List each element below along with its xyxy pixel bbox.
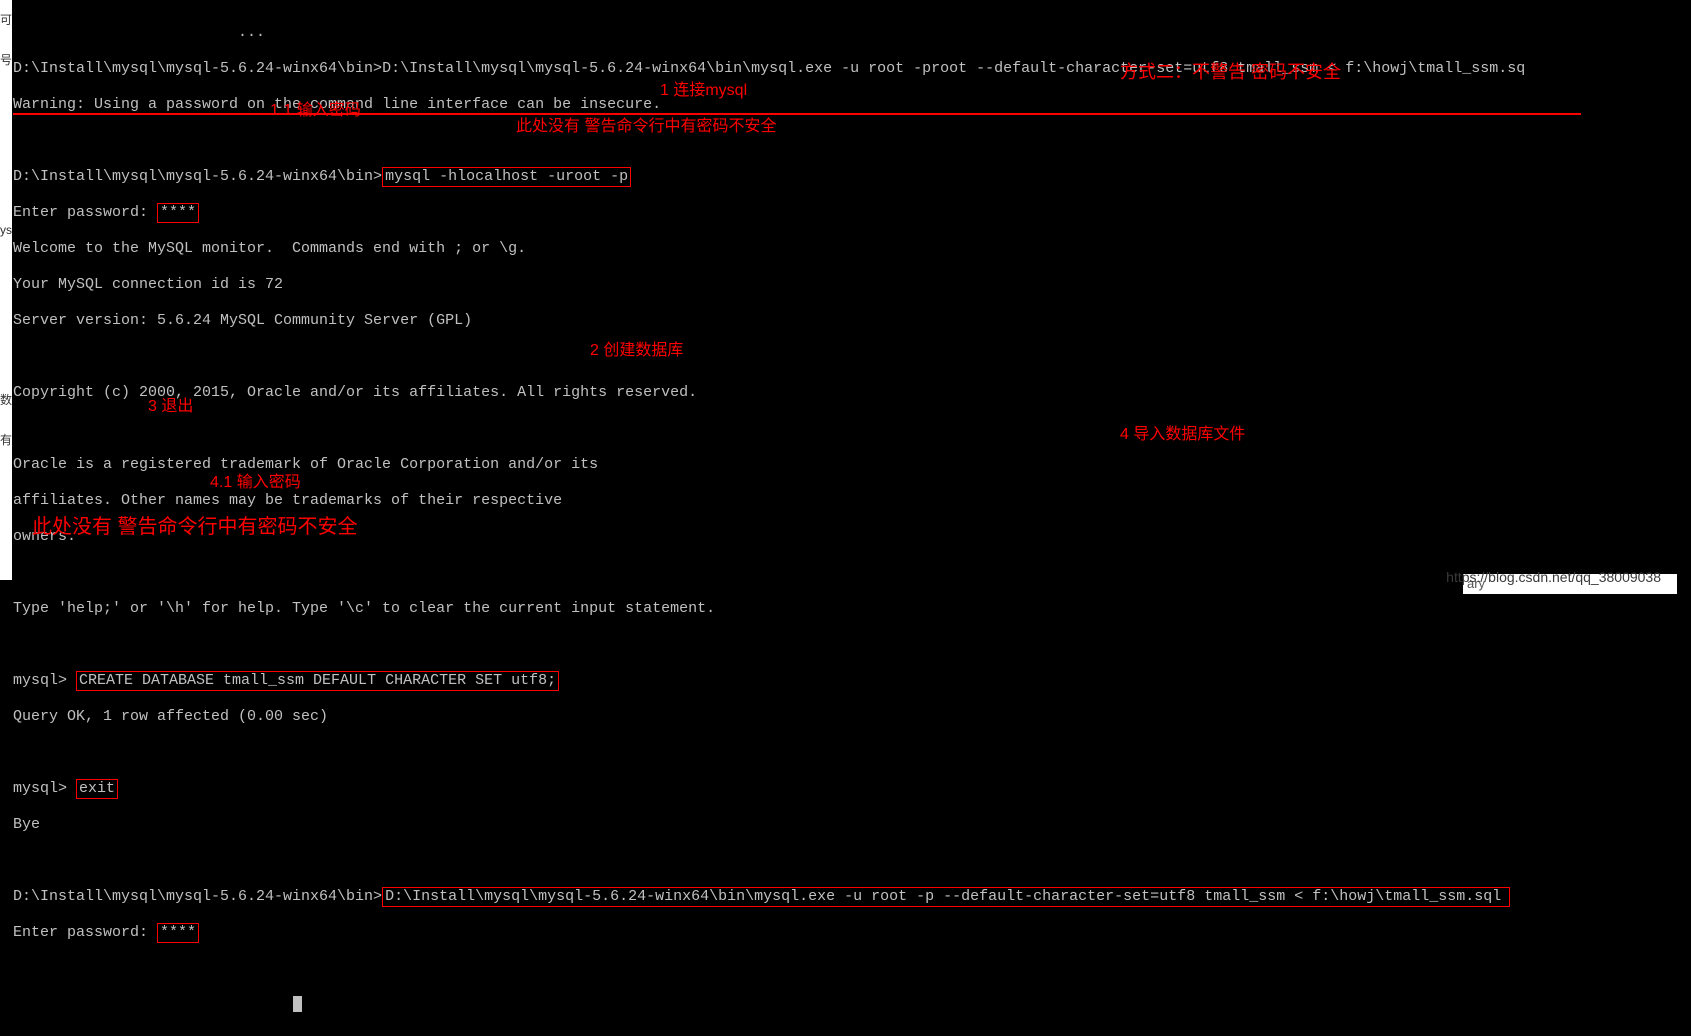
warning-line: Warning: Using a password on the command… bbox=[13, 96, 1581, 115]
oracle-1: Oracle is a registered trademark of Orac… bbox=[13, 456, 598, 473]
command-1: D:\Install\mysql\mysql-5.6.24-winx64\bin… bbox=[382, 60, 1525, 77]
copyright: Copyright (c) 2000, 2015, Oracle and/or … bbox=[13, 384, 697, 401]
annotation-step1-1: 1.1 输入密码 bbox=[270, 102, 361, 120]
create-db-cmd: CREATE DATABASE tmall_ssm DEFAULT CHARAC… bbox=[76, 671, 559, 691]
bye: Bye bbox=[13, 816, 40, 833]
annotation-step1: 1 连接mysql bbox=[660, 82, 747, 100]
ellipsis: ... bbox=[238, 24, 265, 41]
exit-cmd: exit bbox=[76, 779, 118, 799]
annotation-step4-1: 4.1 输入密码 bbox=[210, 474, 301, 492]
prompt-path: D:\Install\mysql\mysql-5.6.24-winx64\bin… bbox=[13, 60, 382, 77]
annotation-step2: 2 创建数据库 bbox=[590, 342, 683, 360]
welcome-1: Welcome to the MySQL monitor. Commands e… bbox=[13, 240, 526, 257]
annotation-step3: 3 退出 bbox=[148, 398, 193, 416]
password-mask: **** bbox=[157, 203, 199, 223]
mysql-prompt: mysql> bbox=[13, 780, 76, 797]
welcome-2: Your MySQL connection id is 72 bbox=[13, 276, 283, 293]
enter-password-label: Enter password: bbox=[13, 924, 157, 941]
prompt-path: D:\Install\mysql\mysql-5.6.24-winx64\bin… bbox=[13, 888, 382, 905]
command-connect: mysql -hlocalhost -uroot -p bbox=[382, 167, 631, 187]
cursor bbox=[293, 996, 302, 1012]
prompt-path: D:\Install\mysql\mysql-5.6.24-winx64\bin… bbox=[13, 168, 382, 185]
welcome-3: Server version: 5.6.24 MySQL Community S… bbox=[13, 312, 472, 329]
import-cmd: D:\Install\mysql\mysql-5.6.24-winx64\bin… bbox=[382, 887, 1510, 907]
annotation-step4: 4 导入数据库文件 bbox=[1120, 426, 1245, 444]
editor-gutter: 可 号 ys 数 有 bbox=[0, 0, 12, 580]
annotation-nowarn2: 此处没有 警告命令行中有密码不安全 bbox=[32, 518, 358, 536]
annotation-nowarn1: 此处没有 警告命令行中有密码不安全 bbox=[516, 118, 776, 136]
mysql-prompt: mysql> bbox=[13, 672, 76, 689]
enter-password-label: Enter password: bbox=[13, 204, 157, 221]
watermark: https://blog.csdn.net/qq_38009038 bbox=[1446, 568, 1661, 586]
annotation-method2: 方式二：不警告 密码不安全 bbox=[1120, 63, 1341, 81]
help-line: Type 'help;' or '\h' for help. Type '\c'… bbox=[13, 600, 715, 617]
oracle-2: affiliates. Other names may be trademark… bbox=[13, 492, 562, 509]
password-mask: **** bbox=[157, 923, 199, 943]
query-ok: Query OK, 1 row affected (0.00 sec) bbox=[13, 708, 328, 725]
